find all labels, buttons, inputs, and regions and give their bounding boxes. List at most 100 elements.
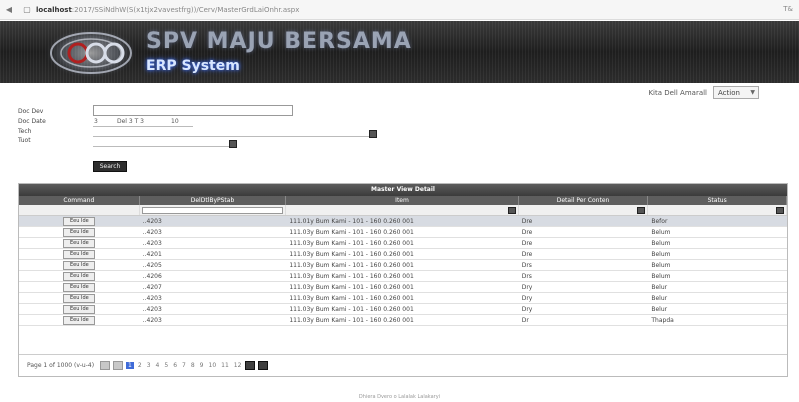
- command-cell: Eeu Ide: [19, 227, 140, 237]
- to-calendar-icon[interactable]: [229, 140, 237, 148]
- status-cell: Thapda: [651, 316, 674, 324]
- code-cell: ..4201: [142, 250, 162, 258]
- command-cell: Eeu Ide: [19, 216, 140, 226]
- grid-caption: Master View Detail: [19, 184, 787, 196]
- edit-row-button[interactable]: Eeu Ide: [63, 238, 96, 248]
- page-number[interactable]: 12: [233, 362, 243, 369]
- table-row[interactable]: Eeu Ide ..4203 111.03y Bum Kami - 101 - …: [19, 227, 787, 238]
- detail-cell: Dre: [521, 228, 533, 236]
- page-number[interactable]: 3: [146, 362, 152, 369]
- filter-cell-code: [140, 205, 287, 215]
- last-page-icon[interactable]: [258, 361, 269, 370]
- command-cell: Eeu Ide: [19, 249, 140, 259]
- status-cell: Belur: [651, 283, 668, 291]
- url-host: localhost: [36, 5, 72, 14]
- page-number[interactable]: 7: [181, 362, 187, 369]
- table-row[interactable]: Eeu Ide ..4207 111.03y Bum Kami - 101 - …: [19, 282, 787, 293]
- action-dropdown-value: Action: [718, 88, 740, 97]
- search-button[interactable]: Search: [93, 161, 127, 172]
- edit-row-button[interactable]: Eeu Ide: [63, 315, 96, 325]
- item-cell: 111.03y Bum Kami - 101 - 160 0.260 001: [289, 305, 414, 313]
- edit-row-button[interactable]: Eeu Ide: [63, 271, 96, 281]
- page-number-current[interactable]: 1: [126, 362, 134, 369]
- item-cell: 111.03y Bum Kami - 101 - 160 0.260 001: [289, 294, 414, 302]
- code-cell: ..4203: [142, 228, 162, 236]
- item-cell: 111.01y Bum Kami - 101 - 160 0.260 001: [289, 217, 414, 225]
- page-number[interactable]: 8: [190, 362, 196, 369]
- page-number[interactable]: 10: [208, 362, 218, 369]
- company-title: SPV MAJU BERSAMA: [146, 29, 412, 54]
- item-cell: 111.03y Bum Kami - 101 - 160 0.260 001: [289, 250, 414, 258]
- item-filter-dropdown-icon[interactable]: [507, 207, 516, 214]
- page-number[interactable]: 6: [172, 362, 178, 369]
- detail-cell: Dre: [521, 239, 533, 247]
- column-header-status[interactable]: Status: [648, 196, 787, 205]
- period-value-1: 3: [94, 118, 98, 125]
- table-row[interactable]: Eeu Ide ..4201 111.03y Bum Kami - 101 - …: [19, 249, 787, 260]
- command-cell: Eeu Ide: [19, 260, 140, 270]
- detail-cell: Drs: [521, 272, 532, 280]
- edit-row-button[interactable]: Eeu Ide: [63, 260, 96, 270]
- filter-label-to: Tuot: [18, 137, 31, 144]
- period-value-3[interactable]: 10: [171, 118, 179, 125]
- table-row[interactable]: Eeu Ide ..4203 111.01y Bum Kami - 101 - …: [19, 216, 787, 227]
- table-row[interactable]: Eeu Ide ..4206 111.03y Bum Kami - 101 - …: [19, 271, 787, 282]
- url-text[interactable]: localhost:2017/SSiNdhW(S(x1tjx2vavestfrg…: [36, 6, 299, 14]
- page-number[interactable]: 11: [220, 362, 230, 369]
- period-value-2[interactable]: Del 3 T 3: [117, 118, 144, 125]
- next-page-icon[interactable]: [245, 361, 256, 370]
- first-page-icon[interactable]: [100, 361, 111, 370]
- item-cell: 111.03y Bum Kami - 101 - 160 0.260 001: [289, 272, 414, 280]
- table-row[interactable]: Eeu Ide ..4203 111.03y Bum Kami - 101 - …: [19, 238, 787, 249]
- page-number[interactable]: 9: [199, 362, 205, 369]
- prev-page-icon[interactable]: [113, 361, 124, 370]
- page-number[interactable]: 5: [163, 362, 169, 369]
- edit-row-button[interactable]: Eeu Ide: [63, 227, 96, 237]
- table-row[interactable]: Eeu Ide ..4205 111.03y Bum Kami - 101 - …: [19, 260, 787, 271]
- command-cell: Eeu Ide: [19, 304, 140, 314]
- table-row[interactable]: Eeu Ide ..4203 111.03y Bum Kami - 101 - …: [19, 304, 787, 315]
- edit-row-button[interactable]: Eeu Ide: [63, 249, 96, 259]
- url-path: :2017/SSiNdhW(S(x1tjx2vavestfrg))/Cerv/M…: [71, 5, 300, 14]
- action-dropdown[interactable]: Action ▼: [713, 86, 759, 99]
- item-cell: 111.03y Bum Kami - 101 - 160 0.260 001: [289, 283, 414, 291]
- page-icon: ▢: [23, 5, 31, 14]
- item-cell: 111.03y Bum Kami - 101 - 160 0.260 001: [289, 228, 414, 236]
- status-cell: Belum: [651, 250, 671, 258]
- doc-search-input[interactable]: [93, 105, 293, 116]
- from-date-field[interactable]: [93, 136, 373, 137]
- code-cell: ..4207: [142, 283, 162, 291]
- status-cell: Belum: [651, 272, 671, 280]
- code-cell: ..4203: [142, 239, 162, 247]
- column-header-detail[interactable]: Detail Per Conten: [519, 196, 649, 205]
- back-icon[interactable]: ◀: [4, 5, 14, 15]
- user-bar: Kita Dell Amarall Action ▼: [648, 86, 759, 99]
- page-number[interactable]: 2: [137, 362, 143, 369]
- status-cell: Belur: [651, 294, 668, 302]
- status-filter-dropdown-icon[interactable]: [776, 207, 784, 214]
- code-cell: ..4205: [142, 261, 162, 269]
- code-filter-input[interactable]: [141, 207, 284, 214]
- filter-cell-command: [19, 205, 140, 215]
- detail-filter-dropdown-icon[interactable]: [637, 207, 646, 214]
- detail-cell: Dry: [521, 294, 533, 302]
- edit-row-button[interactable]: Eeu Ide: [63, 216, 96, 226]
- chevron-down-icon: ▼: [750, 89, 755, 96]
- edit-row-button[interactable]: Eeu Ide: [63, 282, 96, 292]
- column-header-item[interactable]: Item: [286, 196, 519, 205]
- table-row[interactable]: Eeu Ide ..4203 111.03y Bum Kami - 101 - …: [19, 315, 787, 326]
- detail-cell: Dry: [521, 283, 533, 291]
- from-calendar-icon[interactable]: [369, 130, 377, 138]
- grid-filter-row: [19, 205, 787, 216]
- column-header-code[interactable]: DelDtlByPStab: [140, 196, 287, 205]
- to-date-field[interactable]: [93, 146, 233, 147]
- command-cell: Eeu Ide: [19, 238, 140, 248]
- page-footer: Dhiera Dvero o Lalalak Lalakaryi: [358, 394, 441, 400]
- command-cell: Eeu Ide: [19, 282, 140, 292]
- pager-info: Page 1 of 1000 (v-u-4): [27, 362, 95, 369]
- edit-row-button[interactable]: Eeu Ide: [63, 293, 96, 303]
- column-header-command[interactable]: Command: [19, 196, 140, 205]
- table-row[interactable]: Eeu Ide ..4203 111.03y Bum Kami - 101 - …: [19, 293, 787, 304]
- edit-row-button[interactable]: Eeu Ide: [63, 304, 96, 314]
- page-number[interactable]: 4: [155, 362, 161, 369]
